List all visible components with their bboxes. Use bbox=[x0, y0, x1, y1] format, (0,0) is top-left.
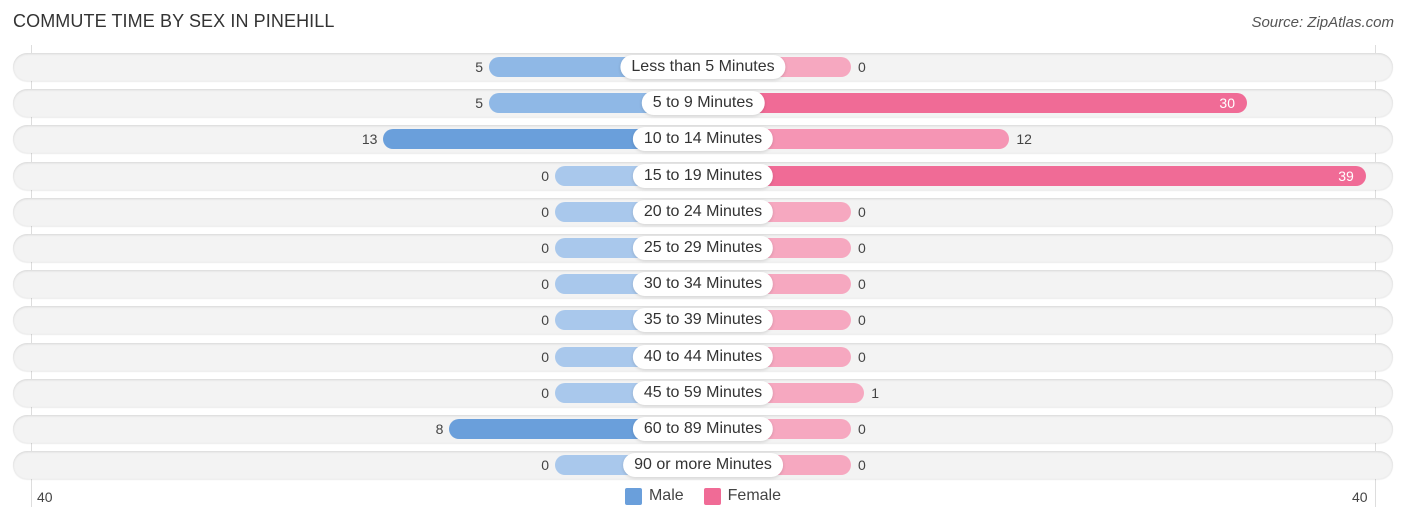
value-label-female: 0 bbox=[858, 457, 866, 474]
category-label: 35 to 39 Minutes bbox=[632, 308, 774, 333]
value-label-male: 0 bbox=[541, 457, 549, 474]
category-label: 40 to 44 Minutes bbox=[632, 344, 774, 369]
chart-area: 5 0 Less than 5 Minutes 5 30 5 to 9 Minutes 13… bbox=[0, 0, 1406, 522]
category-label: Less than 5 Minutes bbox=[620, 55, 786, 79]
value-label-male: 0 bbox=[541, 167, 549, 184]
value-label-female: 0 bbox=[858, 421, 866, 437]
category-label: 60 to 89 Minutes bbox=[632, 417, 774, 441]
value-label-female: 0 bbox=[858, 59, 866, 75]
bar-female[interactable] bbox=[703, 93, 1247, 114]
value-label-male: 5 bbox=[475, 95, 483, 112]
legend-item-female[interactable]: Female bbox=[703, 487, 782, 505]
value-label-male: 5 bbox=[475, 59, 483, 75]
bar-female[interactable] bbox=[703, 165, 1366, 186]
category-label: 90 or more Minutes bbox=[623, 453, 783, 478]
value-label-male: 8 bbox=[435, 421, 444, 437]
value-label-female: 39 bbox=[1338, 167, 1354, 184]
category-label: 5 to 9 Minutes bbox=[641, 91, 765, 116]
value-label-female: 0 bbox=[858, 276, 866, 293]
value-label-male: 0 bbox=[541, 203, 549, 220]
value-label-female: 12 bbox=[1016, 131, 1032, 148]
category-label: 30 to 34 Minutes bbox=[632, 272, 774, 297]
value-label-female: 0 bbox=[858, 203, 866, 220]
value-label-female: 0 bbox=[858, 348, 866, 365]
legend-item-male[interactable]: Male bbox=[624, 487, 684, 505]
value-label-male: 0 bbox=[541, 384, 549, 401]
category-label: 20 to 24 Minutes bbox=[632, 199, 774, 224]
value-label-female: 30 bbox=[1219, 95, 1235, 112]
value-label-male: 0 bbox=[541, 348, 549, 365]
value-label-female: 0 bbox=[858, 312, 866, 329]
legend-swatch-female bbox=[703, 487, 721, 505]
category-label: 25 to 29 Minutes bbox=[632, 236, 774, 260]
value-label-male: 0 bbox=[541, 312, 549, 329]
value-label-male: 0 bbox=[541, 240, 549, 256]
legend-label-female: Female bbox=[727, 487, 782, 504]
legend-label-male: Male bbox=[648, 487, 684, 504]
value-label-female: 1 bbox=[871, 384, 879, 401]
category-label: 15 to 19 Minutes bbox=[632, 163, 774, 188]
legend: Male Female bbox=[0, 487, 1406, 505]
value-label-male: 13 bbox=[361, 131, 378, 148]
category-label: 45 to 59 Minutes bbox=[632, 380, 774, 405]
category-label: 10 to 14 Minutes bbox=[632, 127, 774, 152]
value-label-male: 0 bbox=[541, 276, 549, 293]
legend-swatch-male bbox=[624, 487, 642, 505]
value-label-female: 0 bbox=[858, 240, 866, 256]
